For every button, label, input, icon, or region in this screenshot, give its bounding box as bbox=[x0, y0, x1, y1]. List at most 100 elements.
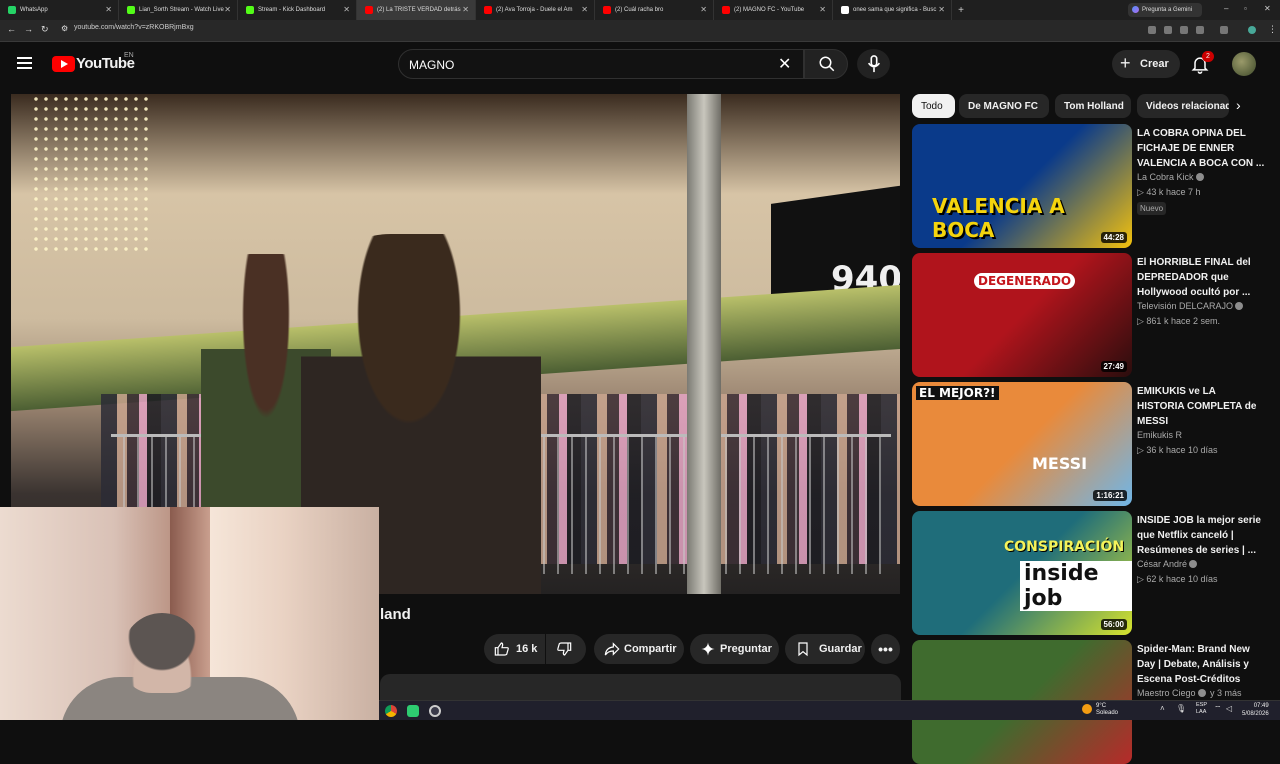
extensions-icon[interactable] bbox=[1220, 26, 1228, 34]
translate-icon[interactable] bbox=[1148, 26, 1156, 34]
search-box[interactable] bbox=[398, 49, 804, 79]
obs-taskbar-icon[interactable] bbox=[429, 705, 441, 717]
maximize-button[interactable]: ▫ bbox=[1244, 4, 1247, 13]
browser-tab[interactable]: Stream - Kick Dashboard ✕ bbox=[238, 0, 357, 20]
webcam-overlay bbox=[0, 507, 379, 720]
chrome-taskbar-icon[interactable] bbox=[385, 705, 397, 717]
video-duration: 1:16:21 bbox=[1093, 490, 1127, 501]
channel-name[interactable]: Televisión DELCARAJO bbox=[1137, 301, 1233, 311]
site-info-icon[interactable]: ⚙ bbox=[61, 24, 68, 33]
upload-age: hace 10 días bbox=[1165, 445, 1218, 455]
upload-age: hace 7 h bbox=[1165, 187, 1201, 197]
youtube-logo-icon[interactable] bbox=[52, 56, 75, 72]
weather-widget[interactable]: 9°C Soleado bbox=[1096, 703, 1118, 717]
recommended-video[interactable]: CONSPIRACIÓN inside job 56:00 INSIDE JOB la… bbox=[912, 511, 1272, 635]
create-button[interactable]: + Crear bbox=[1112, 50, 1180, 78]
search-input[interactable] bbox=[409, 56, 769, 74]
like-button[interactable]: 16 k bbox=[484, 634, 545, 664]
close-tab-icon[interactable]: ✕ bbox=[224, 5, 231, 14]
profile-icon[interactable] bbox=[1248, 26, 1256, 34]
browser-tab[interactable]: onee sama que significa - Busc ✕ bbox=[833, 0, 952, 20]
recommended-video-title[interactable]: INSIDE JOB la mejor serie que Netflix ca… bbox=[1137, 513, 1265, 558]
thumbnail-text: CONSPIRACIÓN bbox=[1004, 539, 1125, 555]
recommended-video-title[interactable]: El HORRIBLE FINAL del DEPREDADOR que Hol… bbox=[1137, 255, 1265, 300]
filter-chip[interactable]: Videos relacionados bbox=[1137, 94, 1229, 118]
save-button[interactable]: Guardar bbox=[785, 634, 865, 664]
browser-tab[interactable]: Lian_Sorth Stream - Watch Live ✕ bbox=[119, 0, 238, 20]
channel-name[interactable]: Emikukis R bbox=[1137, 430, 1182, 440]
zoom-icon[interactable] bbox=[1164, 26, 1172, 34]
ask-label: Preguntar bbox=[720, 643, 772, 655]
filter-chip[interactable]: Tom Holland bbox=[1055, 94, 1131, 118]
close-tab-icon[interactable]: ✕ bbox=[819, 5, 826, 14]
recommended-video-title[interactable]: Spider-Man: Brand New Day | Debate, Anál… bbox=[1137, 642, 1265, 687]
video-duration: 27:49 bbox=[1100, 361, 1127, 372]
close-tab-icon[interactable]: ✕ bbox=[581, 5, 588, 14]
more-icon: ••• bbox=[878, 641, 893, 657]
dislike-button[interactable] bbox=[546, 634, 586, 664]
video-thumbnail[interactable]: EL MEJOR?! MESSI 1:16:21 bbox=[912, 382, 1132, 506]
tab-favicon-icon bbox=[8, 6, 16, 14]
more-actions-button[interactable]: ••• bbox=[871, 634, 900, 664]
close-window-button[interactable]: ✕ bbox=[1264, 4, 1271, 13]
tray-chevron-icon[interactable]: ˄ bbox=[1160, 704, 1165, 713]
ask-button[interactable]: Preguntar bbox=[690, 634, 779, 664]
close-tab-icon[interactable]: ✕ bbox=[462, 5, 469, 14]
recommended-video[interactable]: DEGENERADO 27:49 El HORRIBLE FINAL del DEP… bbox=[912, 253, 1272, 377]
browser-tab[interactable]: (2) Ava Torroja - Duele el Am ✕ bbox=[476, 0, 595, 20]
close-tab-icon[interactable]: ✕ bbox=[938, 5, 945, 14]
region-code: EN bbox=[124, 52, 134, 59]
save-label: Guardar bbox=[819, 643, 862, 655]
wifi-icon[interactable]: ⌔ bbox=[1214, 704, 1222, 714]
browser-tab[interactable]: WhatsApp ✕ bbox=[0, 0, 119, 20]
browser-menu-icon[interactable]: ⋮ bbox=[1268, 24, 1277, 35]
voice-search-button[interactable] bbox=[857, 49, 890, 79]
browser-tab[interactable]: (2) Cuál racha bro ✕ bbox=[595, 0, 714, 20]
language-indicator[interactable]: ESP LAA bbox=[1196, 702, 1207, 716]
recommended-video-title[interactable]: EMIKUKIS ve LA HISTORIA COMPLETA de MESS… bbox=[1137, 384, 1265, 429]
browser-tab[interactable]: (2) MAGNO FC - YouTube ✕ bbox=[714, 0, 833, 20]
tray-mic-icon[interactable]: 🎙 bbox=[1176, 704, 1186, 713]
video-thumbnail[interactable]: VALENCIA A BOCA 44:28 bbox=[912, 124, 1132, 248]
view-count: 36 k bbox=[1146, 445, 1164, 455]
bookmark-star-icon[interactable] bbox=[1196, 26, 1204, 34]
new-tab-button[interactable]: + bbox=[952, 0, 970, 20]
search-icon bbox=[819, 56, 835, 72]
install-icon[interactable] bbox=[1180, 26, 1188, 34]
recommended-video-title[interactable]: LA COBRA OPINA DEL FICHAJE DE ENNER VALE… bbox=[1137, 126, 1265, 171]
forward-icon[interactable]: → bbox=[24, 24, 33, 34]
reload-icon[interactable]: ↻ bbox=[41, 24, 49, 35]
close-tab-icon[interactable]: ✕ bbox=[700, 5, 707, 14]
recommended-video[interactable]: EL MEJOR?! MESSI 1:16:21 EMIKUKIS ve LA HIS… bbox=[912, 382, 1272, 506]
channel-name[interactable]: La Cobra Kick bbox=[1137, 172, 1194, 182]
user-avatar[interactable] bbox=[1232, 52, 1256, 76]
view-count: 43 k bbox=[1146, 187, 1164, 197]
windows-taskbar bbox=[379, 700, 1280, 720]
recommended-video[interactable]: VALENCIA A BOCA 44:28 LA COBRA OPINA DEL F… bbox=[912, 124, 1272, 248]
view-count: 62 k bbox=[1146, 574, 1164, 584]
volume-icon[interactable]: ◁ bbox=[1226, 704, 1232, 713]
chevron-right-icon[interactable]: › bbox=[1236, 97, 1241, 113]
close-tab-icon[interactable]: ✕ bbox=[343, 5, 350, 14]
clear-search-icon[interactable]: ✕ bbox=[778, 54, 791, 74]
video-thumbnail[interactable]: DEGENERADO 27:49 bbox=[912, 253, 1132, 377]
app-taskbar-icon[interactable] bbox=[407, 705, 419, 717]
filter-chip[interactable]: De MAGNO FC bbox=[959, 94, 1049, 118]
view-count: 861 k bbox=[1146, 316, 1169, 326]
search-button[interactable] bbox=[804, 49, 848, 79]
share-button[interactable]: Compartir bbox=[594, 634, 684, 664]
lang-code: ESP bbox=[1196, 702, 1208, 708]
minimize-button[interactable]: – bbox=[1224, 4, 1228, 13]
tab-favicon-icon bbox=[722, 6, 730, 14]
filter-chip[interactable]: Todo bbox=[912, 94, 955, 118]
channel-name[interactable]: Maestro Ciego bbox=[1137, 688, 1196, 698]
close-tab-icon[interactable]: ✕ bbox=[105, 5, 112, 14]
url-field[interactable]: youtube.com/watch?v=zRKOBRjmBxg bbox=[74, 24, 194, 31]
back-icon[interactable]: ← bbox=[7, 24, 16, 34]
hamburger-menu-icon[interactable] bbox=[17, 57, 32, 69]
browser-tab[interactable]: (2) La TRISTE VERDAD detrás ✕ bbox=[357, 0, 476, 20]
channel-name[interactable]: César André bbox=[1137, 559, 1187, 569]
gemini-button[interactable]: Pregunta a Gemini bbox=[1128, 3, 1202, 17]
system-clock[interactable]: 07:49 5/08/2026 bbox=[1242, 702, 1269, 718]
video-thumbnail[interactable]: CONSPIRACIÓN inside job 56:00 bbox=[912, 511, 1132, 635]
